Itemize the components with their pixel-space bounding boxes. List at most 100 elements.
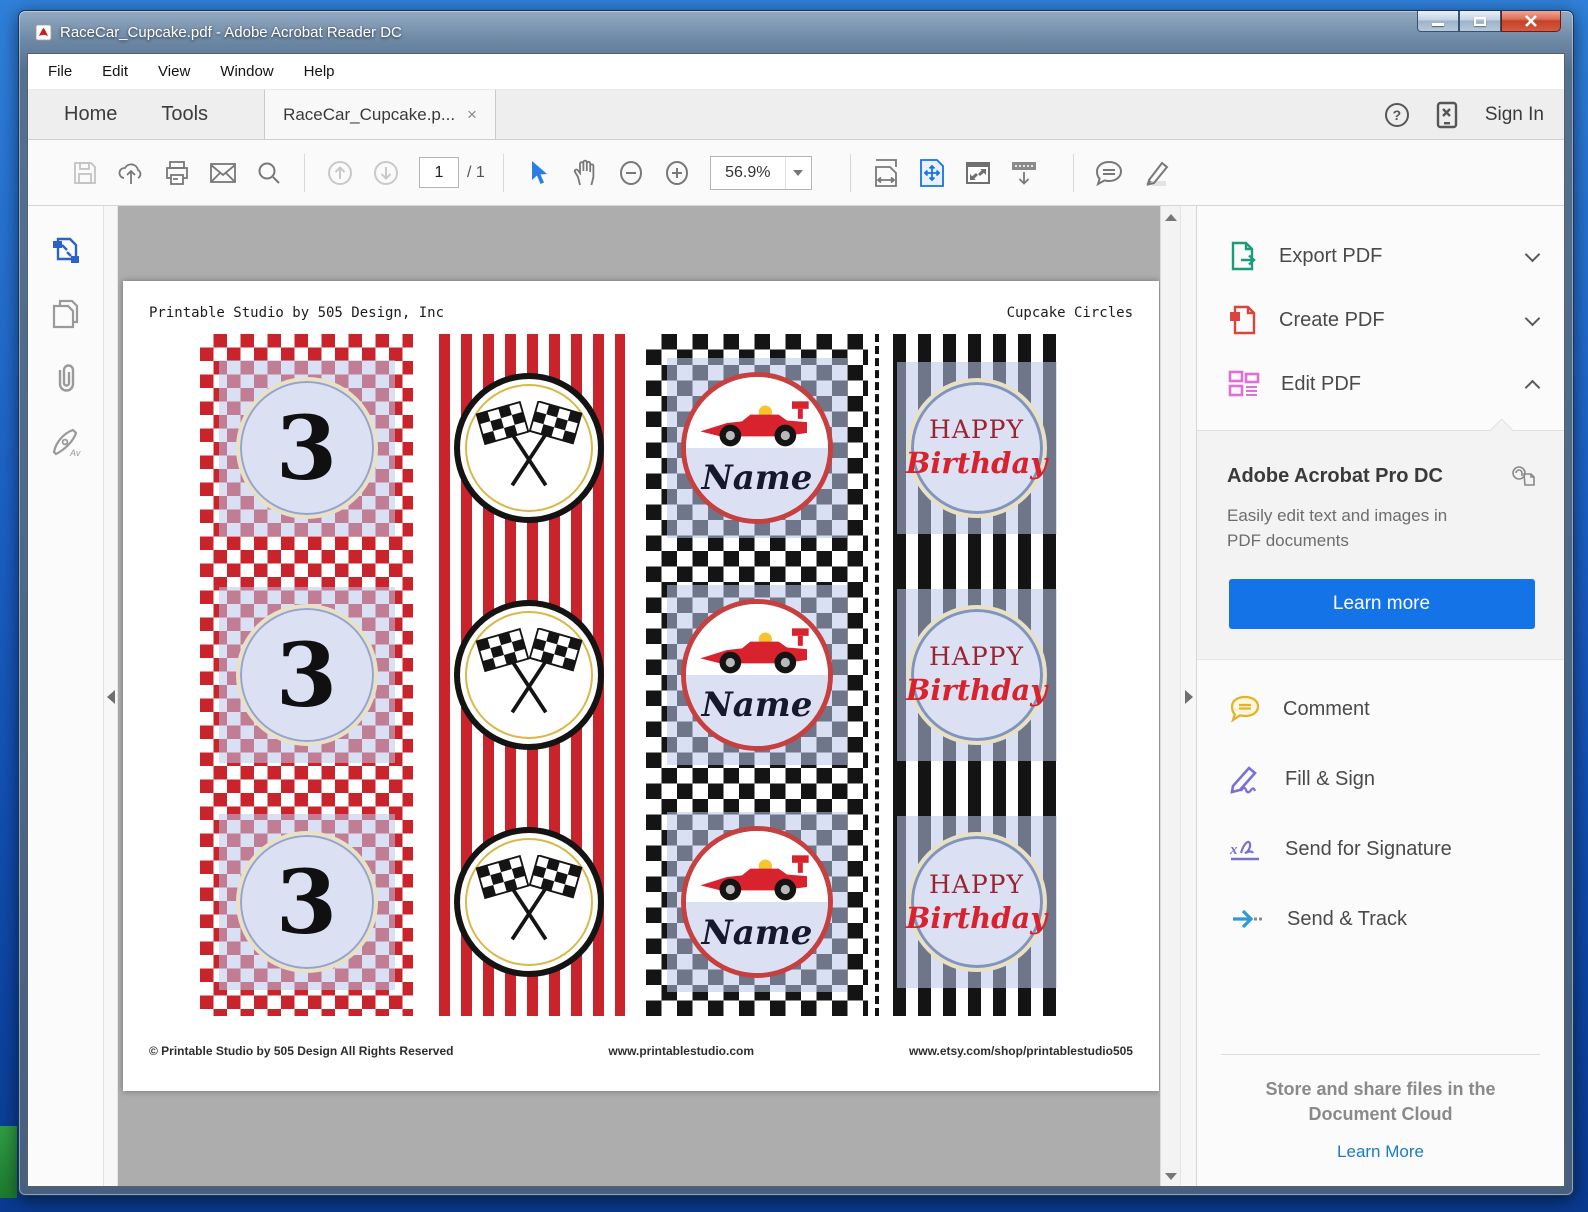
- chevron-up-icon: [1524, 379, 1541, 395]
- tool-label: Edit PDF: [1281, 372, 1362, 395]
- full-screen-button[interactable]: [955, 151, 1001, 195]
- envelope-icon: [210, 162, 236, 183]
- menu-view[interactable]: View: [158, 63, 190, 80]
- checkered-flags-icon: [473, 855, 585, 949]
- pdf-page: Printable Studio by 505 Design, Inc Cupc…: [123, 281, 1159, 1091]
- read-mode-button[interactable]: [1001, 151, 1047, 195]
- number-topper-circle: 3: [235, 603, 378, 746]
- checkered-flags-icon: [473, 401, 585, 495]
- topper-cell: 3: [200, 789, 413, 1016]
- fit-page-button[interactable]: [909, 151, 955, 195]
- pdf-footer-right: www.etsy.com/shop/printablestudio505: [908, 1044, 1133, 1058]
- action-send-signature[interactable]: x Send for Signature: [1197, 814, 1564, 884]
- zoom-in-button[interactable]: [654, 151, 700, 195]
- next-page-button[interactable]: [363, 151, 409, 195]
- highlight-tool-button[interactable]: [1132, 151, 1178, 195]
- create-pdf-icon: [1230, 305, 1256, 335]
- desktop-background: RaceCar_Cupcake.pdf - Adobe Acrobat Read…: [0, 0, 1588, 1212]
- column-black-stripes: HAPPY Birthday HAPPY Birthday HAPPY Birt…: [893, 334, 1060, 1016]
- menu-edit[interactable]: Edit: [102, 63, 128, 80]
- collapse-right-icon: [1184, 690, 1193, 704]
- fill-sign-icon: [1230, 766, 1257, 795]
- share-upload-button[interactable]: [108, 151, 154, 195]
- scroll-down-icon[interactable]: [1165, 1173, 1177, 1180]
- tab-document[interactable]: RaceCar_Cupcake.p... ×: [264, 90, 496, 139]
- topper-birthday-text: Birthday: [905, 673, 1048, 708]
- name-topper-circle: Name: [681, 598, 833, 751]
- column-black-checker: Name Name Name: [646, 334, 868, 1016]
- search-icon: [258, 162, 280, 184]
- maximize-button[interactable]: [1459, 11, 1501, 32]
- close-button[interactable]: [1501, 11, 1561, 32]
- zoom-level-dropdown[interactable]: 56.9%: [709, 155, 812, 190]
- race-car-icon: [698, 398, 816, 448]
- signatures-pen-icon[interactable]: Av: [48, 426, 84, 460]
- topper-cell: HAPPY Birthday: [893, 789, 1060, 1016]
- select-tool-button[interactable]: [516, 151, 562, 195]
- action-send-track[interactable]: Send & Track: [1197, 884, 1564, 954]
- tab-tools[interactable]: Tools: [153, 90, 216, 139]
- tool-edit-pdf[interactable]: Edit PDF: [1197, 352, 1564, 416]
- tool-label: Create PDF: [1279, 308, 1385, 331]
- minimize-icon: [1432, 22, 1444, 26]
- topper-name-text: Name: [701, 912, 813, 953]
- minimize-button[interactable]: [1417, 11, 1459, 32]
- page-number-input[interactable]: [419, 157, 459, 188]
- tool-export-pdf[interactable]: Export PDF: [1197, 224, 1564, 288]
- attachments-paperclip-icon[interactable]: [51, 362, 81, 396]
- zoom-out-button[interactable]: [608, 151, 654, 195]
- tab-home[interactable]: Home: [56, 90, 125, 139]
- cloud-text-line2: Document Cloud: [1308, 1103, 1453, 1124]
- collapse-right-panel-handle[interactable]: [1180, 206, 1196, 1186]
- action-label: Fill & Sign: [1285, 767, 1376, 790]
- sign-in-button[interactable]: Sign In: [1485, 104, 1544, 126]
- page-up-icon: [328, 160, 352, 185]
- action-comment[interactable]: Comment: [1197, 674, 1564, 744]
- zoom-level-value: 56.9%: [725, 163, 771, 181]
- topper-cell: HAPPY Birthday: [893, 561, 1060, 788]
- svg-text:x: x: [1229, 842, 1238, 858]
- hand-tool-button[interactable]: [562, 151, 608, 195]
- scroll-up-icon[interactable]: [1165, 214, 1177, 221]
- search-button[interactable]: [246, 151, 292, 195]
- close-icon: [1525, 15, 1537, 27]
- convert-pages-icon[interactable]: [49, 234, 83, 268]
- svg-text:Av: Av: [69, 448, 81, 458]
- main-area: Av Printable Studio by 505 Design, Inc C…: [28, 206, 1564, 1186]
- page-thumbnails-icon[interactable]: [50, 298, 82, 332]
- pdf-header-left: Printable Studio by 505 Design, Inc: [149, 305, 445, 321]
- comment-bubble-icon: [1095, 160, 1122, 186]
- learn-more-button[interactable]: Learn more: [1228, 579, 1535, 630]
- email-button[interactable]: [200, 151, 246, 195]
- zoom-caret[interactable]: [784, 156, 811, 189]
- menu-help[interactable]: Help: [304, 63, 335, 80]
- name-topper-circle: Name: [681, 371, 833, 524]
- print-button[interactable]: [154, 151, 200, 195]
- device-signin-icon[interactable]: [1435, 101, 1459, 129]
- fit-width-button[interactable]: [863, 151, 909, 195]
- number-topper-circle: 3: [235, 376, 378, 519]
- number-topper-circle: 3: [235, 831, 378, 974]
- tab-close-icon[interactable]: ×: [467, 106, 477, 123]
- menu-file[interactable]: File: [48, 63, 72, 80]
- cut-line: [875, 334, 879, 1016]
- collapse-left-panel-handle[interactable]: [104, 206, 118, 1186]
- action-fill-sign[interactable]: Fill & Sign: [1197, 744, 1564, 814]
- topper-happy-text: HAPPY: [928, 869, 1024, 899]
- chevron-down-icon: [1524, 310, 1541, 326]
- action-label: Send & Track: [1287, 907, 1408, 930]
- previous-page-button[interactable]: [317, 151, 363, 195]
- tool-create-pdf[interactable]: Create PDF: [1197, 288, 1564, 352]
- vertical-scrollbar[interactable]: [1160, 206, 1180, 1186]
- document-viewport[interactable]: Printable Studio by 505 Design, Inc Cupc…: [118, 206, 1160, 1186]
- hand-icon: [573, 159, 595, 185]
- title-bar[interactable]: RaceCar_Cupcake.pdf - Adobe Acrobat Read…: [19, 11, 1573, 53]
- menu-window[interactable]: Window: [220, 63, 273, 80]
- cloud-learn-more-link[interactable]: Learn More: [1337, 1142, 1424, 1162]
- race-car-icon: [698, 852, 816, 902]
- comment-tool-button[interactable]: [1086, 151, 1132, 195]
- topper-cell: [433, 561, 625, 788]
- edit-pdf-icon: [1228, 370, 1260, 397]
- help-icon[interactable]: ?: [1384, 102, 1409, 127]
- save-button[interactable]: [62, 151, 108, 195]
